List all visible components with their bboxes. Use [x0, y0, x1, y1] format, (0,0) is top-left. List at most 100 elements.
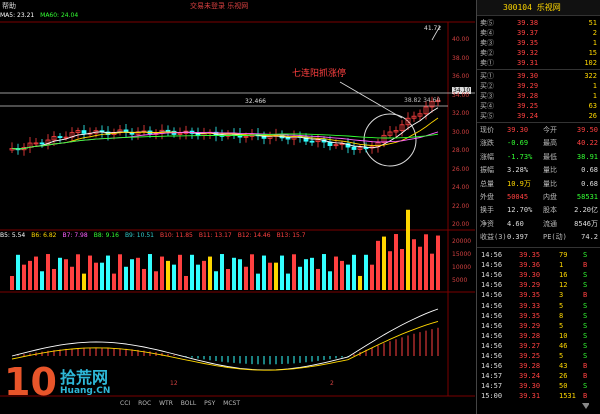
tab-boll[interactable]: BOLL	[181, 400, 196, 407]
ask-label: 卖⑤	[480, 19, 494, 27]
stock-chart-area[interactable]: 帮助 交易未登录 乐视网 MA5: 23.21 MA60: 24.04 七连阳抓…	[0, 0, 475, 414]
stat-value: -0.69	[507, 139, 529, 148]
volume-bar	[316, 268, 320, 290]
volume-bar	[58, 257, 62, 290]
tick-flag: S	[583, 251, 588, 259]
stat-key: 今开	[543, 126, 557, 134]
tick-row[interactable]: 14:56 39.33 5 S	[477, 301, 600, 311]
volume-bar	[274, 262, 278, 290]
ask-row: 卖⑤ 39.38 51	[477, 18, 600, 28]
tick-flag: B	[583, 291, 588, 300]
candle-body	[351, 146, 357, 150]
indicator-label: B7: 7.98	[62, 232, 88, 239]
ask-price: 39.32	[517, 49, 539, 57]
volume-bar	[76, 254, 80, 290]
tick-row[interactable]: 14:56 39.35 8 S	[477, 311, 600, 321]
volume-bar	[262, 255, 266, 290]
ask-price: 39.35	[517, 39, 539, 47]
scroll-down-icon[interactable]	[581, 402, 589, 410]
volume-bar	[208, 256, 212, 290]
volume-bar	[412, 239, 416, 290]
indicator-label: B13: 15.7	[276, 232, 306, 239]
volume-bar	[370, 264, 374, 290]
volume-bar	[82, 273, 86, 290]
ask-label: 卖③	[480, 39, 494, 47]
stat-value: 38.91	[576, 152, 598, 161]
candle-body	[39, 142, 45, 145]
tick-row[interactable]: 14:56 39.36 1 B	[477, 260, 600, 270]
bid-volume: 322	[584, 72, 597, 80]
stat-value: 12.70%	[507, 206, 533, 215]
tick-volume: 3	[559, 291, 564, 300]
tab-wtr[interactable]: WTR	[159, 400, 173, 407]
tick-volume: 50	[559, 382, 568, 391]
indicator-label: B8: 9.16	[93, 232, 119, 239]
tick-row[interactable]: 14:57 39.30 50 S	[477, 381, 600, 391]
tick-row[interactable]: 14:56 39.28 10 S	[477, 331, 600, 341]
price-axis-tick: 22.00	[452, 202, 470, 210]
volume-bar	[22, 264, 26, 290]
tick-row[interactable]: 14:56 39.28 43 B	[477, 361, 600, 371]
tick-volume: 10	[559, 331, 568, 340]
stat-value: 74.2	[581, 233, 598, 242]
stat-value: 0.68	[581, 179, 598, 188]
stat-key: 总量	[480, 179, 494, 188]
ask-label: 卖②	[480, 49, 494, 57]
volume-bar	[340, 260, 344, 290]
volume-bar	[394, 234, 398, 290]
tick-flag: B	[583, 362, 588, 371]
price-axis-tick: 38.00	[452, 54, 470, 62]
tick-row[interactable]: 14:57 39.24 26 B	[477, 371, 600, 381]
volume-bar	[64, 259, 68, 290]
volume-bar	[142, 268, 146, 290]
tick-volume: 12	[559, 281, 568, 290]
volume-bar	[226, 268, 230, 290]
stat-row: 外盘 50045 内盘 58531	[477, 192, 600, 202]
tick-row[interactable]: 14:56 39.27 46 S	[477, 341, 600, 351]
tick-row[interactable]: 14:56 39.30 16 S	[477, 270, 600, 280]
tick-row[interactable]: 14:56 39.25 5 S	[477, 351, 600, 361]
tick-flag: B	[583, 392, 588, 401]
volume-bar	[388, 251, 392, 290]
volume-axis-tick: 10000	[452, 264, 472, 271]
volume-bar	[322, 254, 326, 290]
tick-price: 39.25	[519, 352, 541, 360]
tick-row[interactable]: 15:00 39.31 1531 B	[477, 391, 600, 401]
volume-bar	[160, 256, 164, 290]
tick-time: 14:56	[481, 281, 503, 290]
tick-time: 14:56	[481, 331, 503, 340]
volume-bar	[40, 271, 44, 290]
ask-volume: 51	[588, 19, 597, 27]
stat-key: 外盘	[480, 193, 494, 201]
tab-mcst[interactable]: MCST	[223, 400, 240, 407]
tick-volume: 16	[559, 271, 568, 280]
tick-volume: 26	[559, 372, 568, 381]
bid-volume: 63	[588, 102, 597, 110]
bid-volume: 1	[592, 92, 597, 100]
candlestick-chart[interactable]	[0, 0, 475, 414]
tick-row[interactable]: 14:56 39.29 5 S	[477, 321, 600, 331]
candle-body	[363, 147, 369, 150]
bid-label: 买①	[480, 72, 494, 80]
tick-row[interactable]: 14:56 39.35 79 S	[477, 250, 600, 260]
date-label-a: 12	[170, 380, 178, 387]
indicator-label: B5: 5.54	[0, 232, 26, 239]
stat-value: 40.22	[576, 139, 598, 148]
tick-price: 39.30	[519, 271, 541, 280]
volume-bar	[16, 254, 20, 290]
tick-row[interactable]: 14:56 39.29 12 S	[477, 280, 600, 290]
volume-bar	[436, 235, 440, 290]
bid-price: 39.29	[517, 82, 539, 90]
stat-value: 58531	[576, 193, 598, 201]
tick-time: 14:56	[481, 341, 503, 350]
stat-row: 收益(3) 0.397 PE(动) 74.2	[477, 232, 600, 242]
stat-key: 量比	[543, 179, 557, 188]
stat-row: 净资 4.60 流通 8546万	[477, 219, 600, 229]
quote-panel[interactable]: 300104 乐视网 卖⑤ 39.38 51 卖④ 39.37 2 卖③ 39.35 1 卖② 39…	[476, 0, 600, 414]
tab-psy[interactable]: PSY	[204, 400, 215, 407]
stat-value: 0.68	[581, 166, 598, 175]
tick-row[interactable]: 14:56 39.35 3 B	[477, 290, 600, 300]
volume-bar	[154, 271, 158, 290]
price-axis-tick: 32.00	[452, 110, 470, 117]
stat-value: 2.20亿	[574, 206, 598, 215]
